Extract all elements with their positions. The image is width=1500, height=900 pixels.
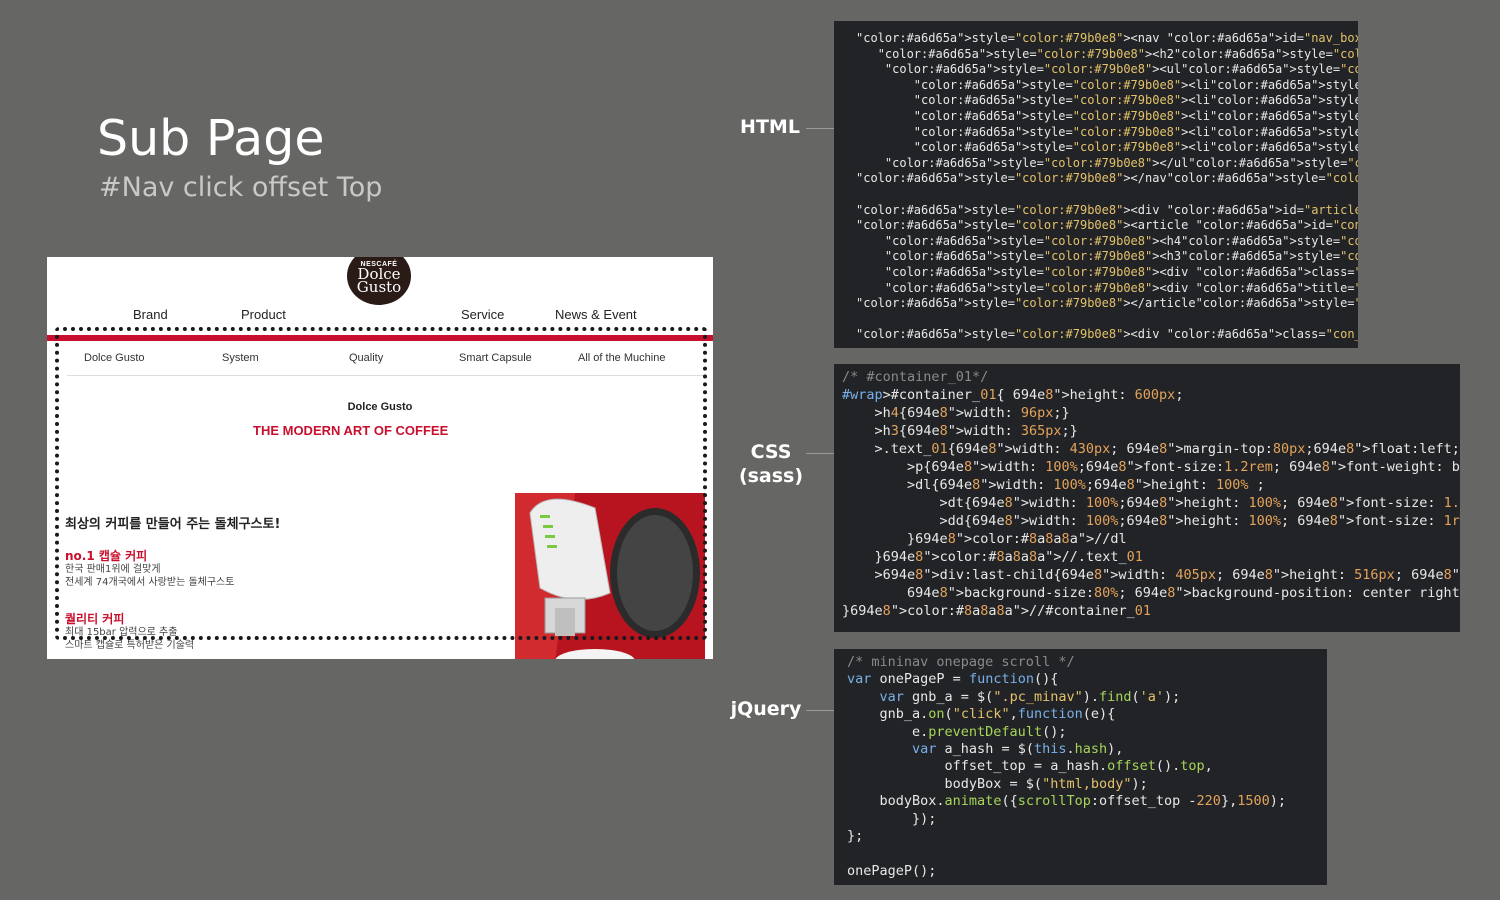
js-code-line: /* mininav onepage scroll */ — [847, 654, 1075, 670]
html-code-line — [856, 187, 1358, 203]
js-code-line: var a_hash = $(this.hash), — [912, 740, 1124, 757]
css-code-line: >.text_01{694e8">width: 430px; 694e8">ma… — [842, 441, 1460, 457]
html-code-line: "color:#a6d65a">style="color:#79b0e8"><h… — [884, 249, 1358, 264]
main-nav-product[interactable]: Product — [241, 307, 286, 322]
css-code-line: 694e8">background-size:80%; 694e8">backg… — [907, 585, 1460, 601]
css-code-line: >694e8">div:last-child{694e8">width: 405… — [842, 567, 1461, 583]
js-code-line: gnb_a.on("click",function(e){ — [847, 706, 1116, 723]
html-code-line: "color:#a6d65a">style="color:#79b0e8"></… — [856, 296, 1358, 311]
css-code-line: >h4{694e8">width: 96px;} — [842, 405, 1070, 421]
css-code-line: }694e8">color:#8a8a8a">//.text_01 — [842, 549, 1143, 565]
html-code-line: "color:#a6d65a">style="color:#79b0e8"><l… — [913, 140, 1358, 155]
css-code-line: }694e8">color:#8a8a8a">//#container_01 — [842, 603, 1151, 619]
css-code-line: #wrap>#container_01{ 694e8">height: 600p… — [842, 387, 1184, 403]
jquery-label: jQuery — [730, 698, 802, 720]
html-code-line: "color:#a6d65a">style="color:#79b0e8"></… — [856, 171, 1358, 186]
js-code-line: offset_top = a_hash.offset().top, — [847, 758, 1213, 775]
html-code-line: "color:#a6d65a">style="color:#79b0e8"><h… — [877, 46, 1358, 61]
js-code-line: e.preventDefault(); — [847, 723, 1067, 740]
css-code-line: >dt{694e8">width: 100%;694e8">height: 10… — [842, 495, 1460, 511]
js-code-line: }; — [847, 827, 864, 844]
css-code-line: >dl{694e8">width: 100%;694e8">height: 10… — [842, 477, 1265, 493]
mini-nav-highlight — [55, 327, 707, 640]
html-code-panel: "color:#a6d65a">style="color:#79b0e8"><n… — [834, 21, 1358, 348]
main-nav-brand[interactable]: Brand — [133, 307, 168, 322]
page-subtitle: #Nav click offset Top — [99, 172, 383, 203]
js-code-line: }); — [847, 810, 937, 827]
html-code-line: "color:#a6d65a">style="color:#79b0e8"><l… — [913, 93, 1358, 108]
js-code-line — [847, 845, 1327, 862]
css-label: CSS (sass) — [738, 441, 804, 487]
main-nav-service[interactable]: Service — [461, 307, 504, 322]
html-code-line: "color:#a6d65a">style="color:#79b0e8"><l… — [913, 108, 1358, 123]
css-code-line: >dd{694e8">width: 100%;694e8">height: 10… — [842, 513, 1460, 529]
html-code-line: "color:#a6d65a">style="color:#79b0e8"><d… — [856, 327, 1358, 342]
html-code-line — [856, 312, 1358, 328]
css-code-line: }694e8">color:#8a8a8a">//dl — [842, 531, 1127, 547]
jquery-code-panel: /* mininav onepage scroll */var onePageP… — [834, 649, 1327, 885]
html-label: HTML — [740, 116, 800, 138]
html-code-line: "color:#a6d65a">style="color:#79b0e8"><d… — [856, 202, 1358, 217]
page-preview: NESCAFÉ Dolce Gusto Brand Product Servic… — [47, 257, 713, 659]
html-code-line: "color:#a6d65a">style="color:#79b0e8"><d… — [884, 280, 1358, 295]
html-code-line: "color:#a6d65a">style="color:#79b0e8"><d… — [884, 264, 1358, 279]
css-code-panel: /* #container_01*/ #wrap>#container_01{ 6… — [834, 364, 1460, 632]
feature-line: 스마트 캡슐로 특허받은 기술력 — [65, 640, 195, 651]
js-code-line: var gnb_a = $(".pc_minav").find('a'); — [879, 688, 1181, 705]
css-code-line: >p{694e8">width: 100%;694e8">font-size:1… — [842, 459, 1460, 475]
html-code-line: "color:#a6d65a">style="color:#79b0e8"><l… — [913, 124, 1358, 139]
html-code-line: "color:#a6d65a">style="color:#79b0e8"><a… — [856, 218, 1358, 233]
main-nav-news-event[interactable]: News & Event — [555, 307, 637, 322]
js-code-line: onePageP(); — [847, 862, 937, 879]
js-code-line: bodyBox = $("html,body"); — [847, 775, 1148, 792]
html-code-line: "color:#a6d65a">style="color:#79b0e8"><u… — [884, 62, 1358, 77]
html-code-line: "color:#a6d65a">style="color:#79b0e8"></… — [884, 155, 1358, 170]
dolce-gusto-logo: NESCAFÉ Dolce Gusto — [347, 257, 411, 305]
html-code-line: "color:#a6d65a">style="color:#79b0e8"><n… — [856, 31, 1358, 45]
css-code-line: >h3{694e8">width: 365px;} — [842, 423, 1078, 439]
html-code-line: "color:#a6d65a">style="color:#79b0e8"><l… — [913, 77, 1358, 92]
js-code-line: bodyBox.animate({scrollTop:offset_top -2… — [847, 793, 1286, 810]
js-code-line: var onePageP = function(){ — [847, 671, 1059, 688]
page-title: Sub Page — [97, 110, 325, 167]
html-code-line: "color:#a6d65a">style="color:#79b0e8"><h… — [884, 233, 1358, 248]
css-code-line: /* #container_01*/ — [842, 369, 989, 385]
main-nav: Brand Product Service News & Event — [47, 307, 713, 325]
